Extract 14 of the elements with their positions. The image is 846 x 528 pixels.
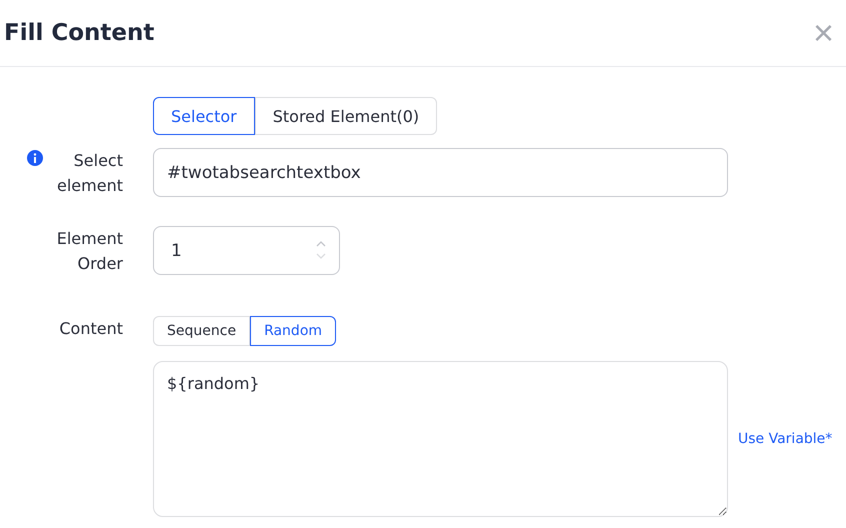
mode-tab[interactable]: Sequence — [153, 316, 250, 346]
use-variable-link[interactable]: Use Variable* — [738, 431, 832, 447]
source-tab[interactable]: Stored Element(0) — [254, 97, 438, 135]
spinner-icon — [315, 239, 327, 261]
order-field[interactable]: 1 — [153, 226, 340, 275]
source-tab[interactable]: Selector — [153, 97, 255, 135]
dialog-title: Fill Content — [4, 20, 154, 46]
info-icon — [27, 150, 43, 166]
field-label: Content — [59, 318, 123, 340]
mode-tab[interactable]: Random — [250, 316, 336, 346]
selector-field[interactable]: #twotabsearchtextbox — [153, 148, 728, 197]
content-field[interactable]: ${random} — [153, 361, 728, 517]
field-label: Element Order — [56, 228, 123, 275]
field-label: Select element — [56, 150, 123, 197]
